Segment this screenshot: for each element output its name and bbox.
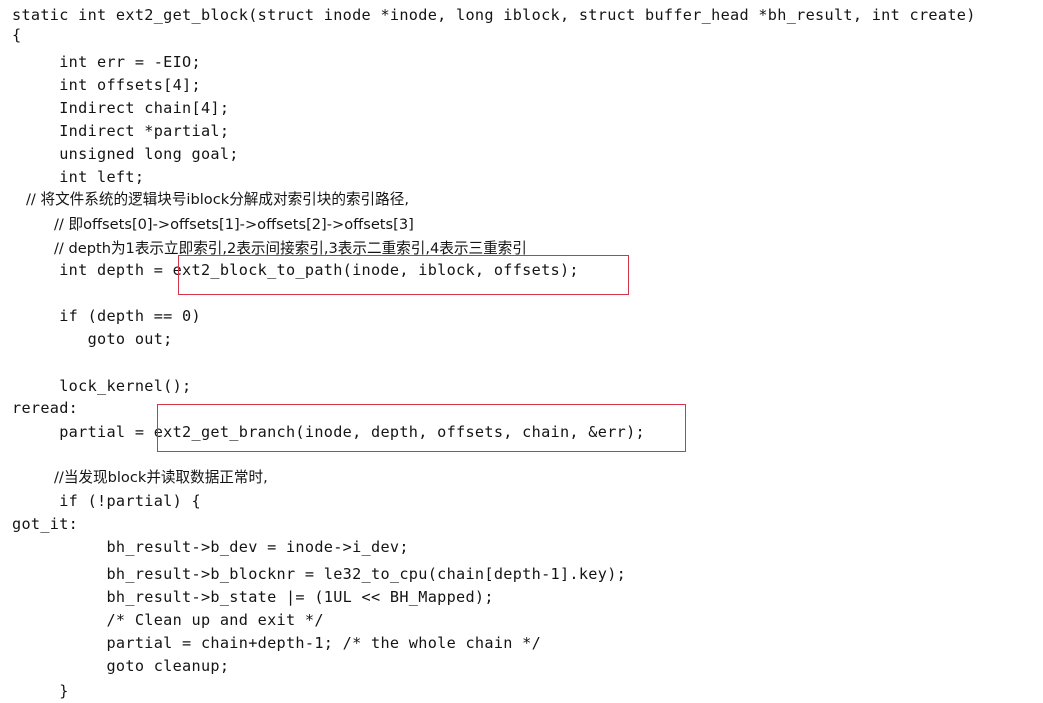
code-line: lock_kernel(); <box>12 377 192 395</box>
code-line: Indirect *partial; <box>12 122 230 140</box>
code-line: // depth为1表示立即索引,2表示间接索引,3表示二重索引,4表示三重索引 <box>54 240 527 257</box>
code-line: if (depth == 0) <box>12 307 201 325</box>
code-line: int offsets[4]; <box>12 76 201 94</box>
code-line: bh_result->b_blocknr = le32_to_cpu(chain… <box>12 565 627 583</box>
code-line: { <box>12 26 22 44</box>
code-line: // 将文件系统的逻辑块号iblock分解成对索引块的索引路径, <box>26 191 409 208</box>
code-line: if (!partial) { <box>12 492 201 510</box>
code-line: goto out; <box>12 330 173 348</box>
code-line: got_it: <box>12 515 79 533</box>
code-line: int depth = ext2_block_to_path(inode, ib… <box>12 261 579 279</box>
code-line: partial = ext2_get_branch(inode, depth, … <box>12 423 645 441</box>
code-line: partial = chain+depth-1; /* the whole ch… <box>12 634 542 652</box>
code-line: goto cleanup; <box>12 657 230 675</box>
code-line: // 即offsets[0]->offsets[1]->offsets[2]->… <box>54 216 414 233</box>
code-line: reread: <box>12 399 79 417</box>
code-line: //当发现block并读取数据正常时, <box>54 469 268 486</box>
code-line: } <box>12 682 69 700</box>
code-line: unsigned long goal; <box>12 145 239 163</box>
code-listing: static int ext2_get_block(struct inode *… <box>0 0 1043 703</box>
code-line: /* Clean up and exit */ <box>12 611 324 629</box>
code-line: int err = -EIO; <box>12 53 201 71</box>
code-line: int left; <box>12 168 145 186</box>
code-line: bh_result->b_dev = inode->i_dev; <box>12 538 409 556</box>
code-line: bh_result->b_state |= (1UL << BH_Mapped)… <box>12 588 494 606</box>
code-line: static int ext2_get_block(struct inode *… <box>12 6 976 24</box>
code-line: Indirect chain[4]; <box>12 99 230 117</box>
